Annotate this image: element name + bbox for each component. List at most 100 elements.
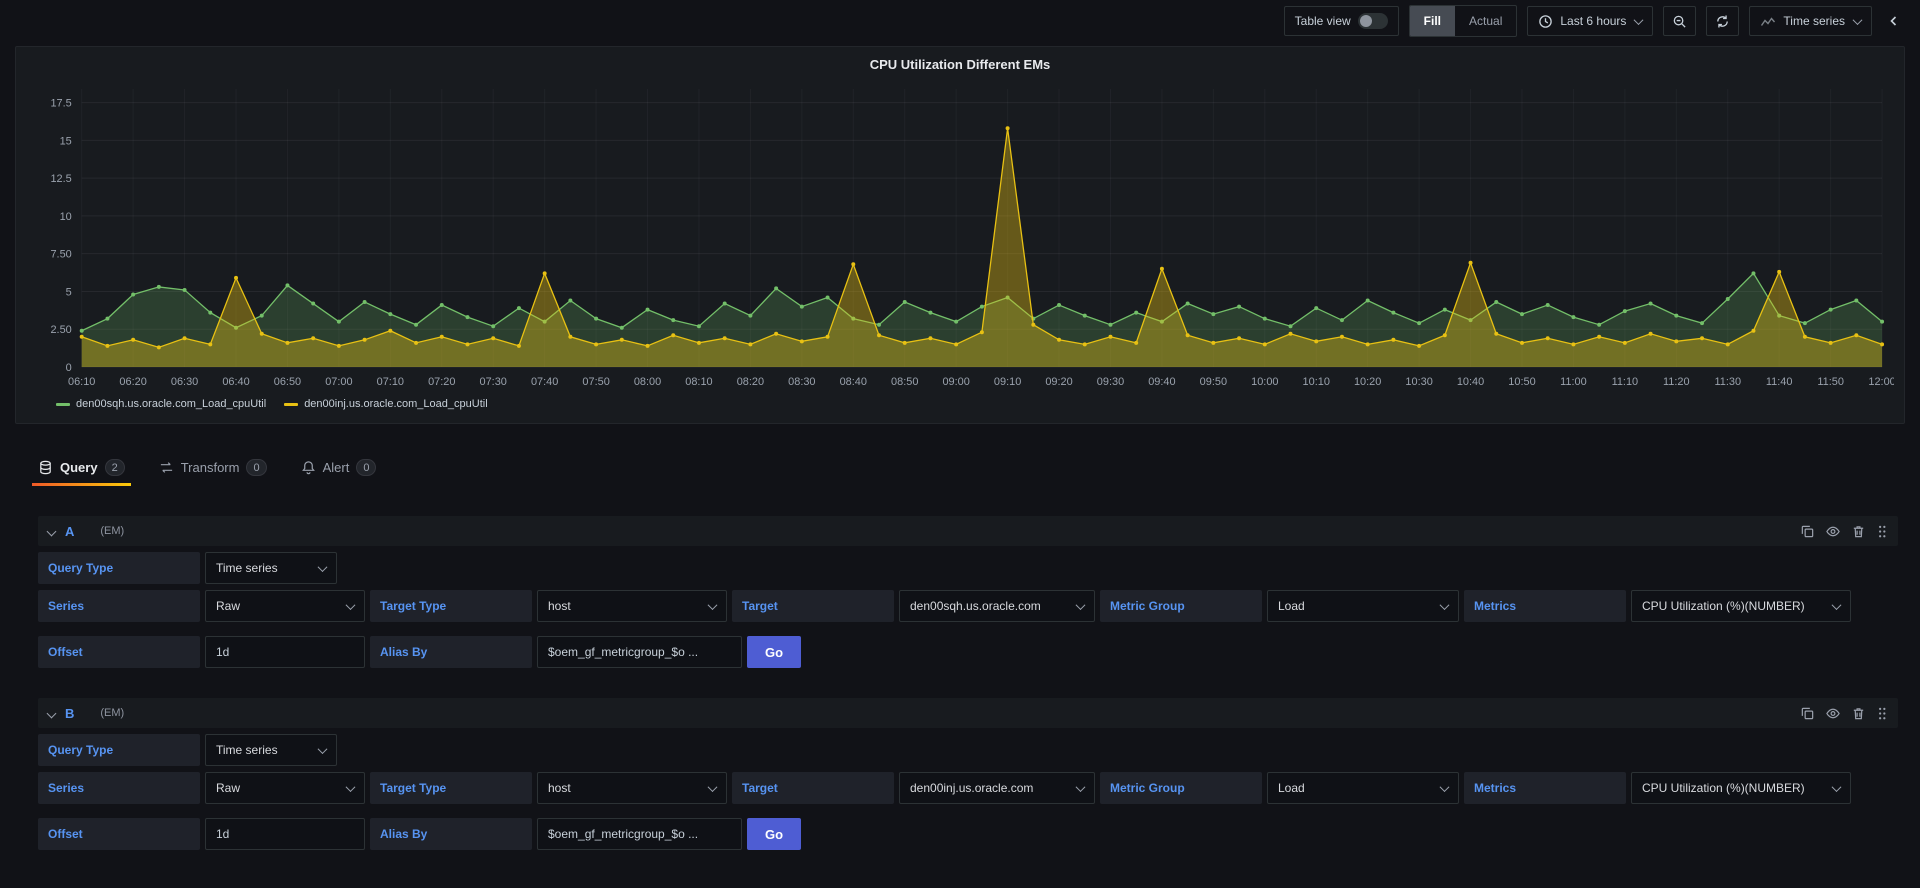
alias-by-label: Alias By bbox=[370, 818, 532, 850]
metrics-value: CPU Utilization (%)(NUMBER) bbox=[1642, 781, 1805, 795]
target-type-value: host bbox=[548, 781, 571, 795]
svg-text:08:30: 08:30 bbox=[788, 376, 815, 388]
target-type-select[interactable]: host bbox=[537, 590, 727, 622]
duplicate-query-icon[interactable] bbox=[1800, 524, 1815, 539]
chevron-down-icon bbox=[1439, 781, 1450, 792]
svg-text:10:10: 10:10 bbox=[1303, 376, 1330, 388]
chart-icon bbox=[1760, 14, 1776, 28]
collapse-options-button[interactable] bbox=[1882, 13, 1906, 29]
svg-text:09:20: 09:20 bbox=[1045, 376, 1072, 388]
refresh-icon bbox=[1715, 14, 1730, 29]
panel-title: CPU Utilization Different EMs bbox=[869, 57, 1051, 72]
target-type-select[interactable]: host bbox=[537, 772, 727, 804]
visualization-picker[interactable]: Time series bbox=[1749, 6, 1872, 36]
svg-text:15: 15 bbox=[60, 135, 72, 147]
chevron-down-icon bbox=[1633, 14, 1644, 25]
duplicate-query-icon[interactable] bbox=[1800, 706, 1815, 721]
chevron-down-icon bbox=[707, 599, 718, 610]
query-section-a: A (EM) Query Type Time series Series Raw… bbox=[38, 516, 1898, 668]
hide-query-eye-icon[interactable] bbox=[1825, 524, 1841, 539]
fill-actual-group: Fill Actual bbox=[1408, 5, 1518, 37]
target-select[interactable]: den00inj.us.oracle.com bbox=[899, 772, 1095, 804]
svg-text:0: 0 bbox=[66, 362, 72, 374]
svg-text:11:10: 11:10 bbox=[1612, 376, 1639, 388]
time-range-picker[interactable]: Last 6 hours bbox=[1527, 6, 1654, 36]
svg-text:08:00: 08:00 bbox=[634, 376, 661, 388]
delete-query-trash-icon[interactable] bbox=[1851, 706, 1866, 721]
svg-text:09:00: 09:00 bbox=[942, 376, 969, 388]
tab-query[interactable]: Query 2 bbox=[32, 459, 131, 486]
series-select[interactable]: Raw bbox=[205, 772, 365, 804]
fill-button[interactable]: Fill bbox=[1409, 6, 1456, 36]
svg-text:09:50: 09:50 bbox=[1200, 376, 1227, 388]
tab-transform[interactable]: Transform 0 bbox=[159, 459, 267, 486]
svg-text:07:00: 07:00 bbox=[325, 376, 352, 388]
metrics-select[interactable]: CPU Utilization (%)(NUMBER) bbox=[1631, 772, 1851, 804]
query-type-label: Query Type bbox=[38, 734, 200, 766]
target-type-value: host bbox=[548, 599, 571, 613]
drag-handle-icon[interactable] bbox=[1876, 706, 1888, 721]
table-view-toggle[interactable]: Table view bbox=[1283, 6, 1399, 36]
drag-handle-icon[interactable] bbox=[1876, 524, 1888, 539]
svg-text:06:40: 06:40 bbox=[222, 376, 249, 388]
query-ref-a[interactable]: A bbox=[65, 524, 74, 539]
chevron-down-icon[interactable] bbox=[46, 708, 57, 718]
query-b-row-series: Series Raw Target Type host Target den00… bbox=[38, 772, 1898, 804]
legend-swatch bbox=[284, 402, 299, 406]
svg-text:06:30: 06:30 bbox=[171, 376, 198, 388]
svg-text:10:50: 10:50 bbox=[1508, 376, 1535, 388]
alias-by-input[interactable] bbox=[537, 818, 742, 850]
query-b-row-offset: Offset Alias By Go bbox=[38, 818, 1898, 850]
actual-button[interactable]: Actual bbox=[1455, 6, 1516, 36]
query-type-select[interactable]: Time series bbox=[205, 734, 337, 766]
transform-icon bbox=[159, 460, 174, 475]
series-label: Series bbox=[38, 772, 200, 804]
go-button[interactable]: Go bbox=[747, 636, 801, 668]
time-series-chart[interactable]: 0 2.50 5 7.50 10 12.5 15 17.5 06:10 06:20 06:30 06:… bbox=[26, 77, 1896, 393]
svg-text:17.5: 17.5 bbox=[50, 98, 71, 110]
tab-transform-label: Transform bbox=[180, 460, 240, 475]
tab-query-count: 2 bbox=[104, 459, 125, 476]
offset-input[interactable] bbox=[205, 818, 365, 850]
query-a-header: A (EM) bbox=[38, 516, 1898, 546]
metrics-select[interactable]: CPU Utilization (%)(NUMBER) bbox=[1631, 590, 1851, 622]
go-button[interactable]: Go bbox=[747, 818, 801, 850]
chevron-down-icon[interactable] bbox=[46, 526, 57, 536]
delete-query-trash-icon[interactable] bbox=[1851, 524, 1866, 539]
offset-label: Offset bbox=[38, 636, 200, 668]
series-select[interactable]: Raw bbox=[205, 590, 365, 622]
series-value: Raw bbox=[216, 599, 241, 613]
bell-icon bbox=[301, 460, 316, 475]
svg-text:12:00: 12:00 bbox=[1868, 376, 1894, 388]
tab-alert[interactable]: Alert 0 bbox=[301, 459, 377, 486]
alias-by-input[interactable] bbox=[537, 636, 742, 668]
tab-alert-count: 0 bbox=[356, 459, 377, 476]
refresh-button[interactable] bbox=[1706, 6, 1740, 36]
zoom-out-button[interactable] bbox=[1663, 6, 1697, 36]
target-select[interactable]: den00sqh.us.oracle.com bbox=[899, 590, 1095, 622]
metric-group-value: Load bbox=[1278, 599, 1305, 613]
hide-query-eye-icon[interactable] bbox=[1825, 706, 1841, 721]
svg-text:11:40: 11:40 bbox=[1766, 376, 1793, 388]
table-view-switch[interactable] bbox=[1357, 13, 1388, 29]
target-value: den00sqh.us.oracle.com bbox=[910, 599, 1041, 613]
chevron-down-icon bbox=[707, 781, 718, 792]
svg-text:07:50: 07:50 bbox=[582, 376, 609, 388]
legend-item[interactable]: den00sqh.us.oracle.com_Load_cpuUtil bbox=[56, 398, 266, 410]
query-type-select[interactable]: Time series bbox=[205, 552, 337, 584]
legend-label: den00inj.us.oracle.com_Load_cpuUtil bbox=[304, 398, 488, 410]
offset-input[interactable] bbox=[205, 636, 365, 668]
chart-legend: den00sqh.us.oracle.com_Load_cpuUtil den00… bbox=[56, 398, 1894, 410]
legend-item[interactable]: den00inj.us.oracle.com_Load_cpuUtil bbox=[284, 398, 488, 410]
svg-text:10: 10 bbox=[60, 211, 72, 223]
query-a-row-offset: Offset Alias By Go bbox=[38, 636, 1898, 668]
visualization-label: Time series bbox=[1783, 14, 1845, 28]
chevron-down-icon bbox=[345, 781, 356, 792]
query-ref-b[interactable]: B bbox=[65, 706, 74, 721]
metrics-value: CPU Utilization (%)(NUMBER) bbox=[1642, 599, 1805, 613]
metric-group-select[interactable]: Load bbox=[1267, 590, 1459, 622]
chevron-down-icon bbox=[1831, 599, 1842, 610]
editor-tabs: Query 2 Transform 0 Alert 0 bbox=[32, 450, 1920, 486]
query-b-datasource: (EM) bbox=[100, 707, 125, 719]
metric-group-select[interactable]: Load bbox=[1267, 772, 1459, 804]
